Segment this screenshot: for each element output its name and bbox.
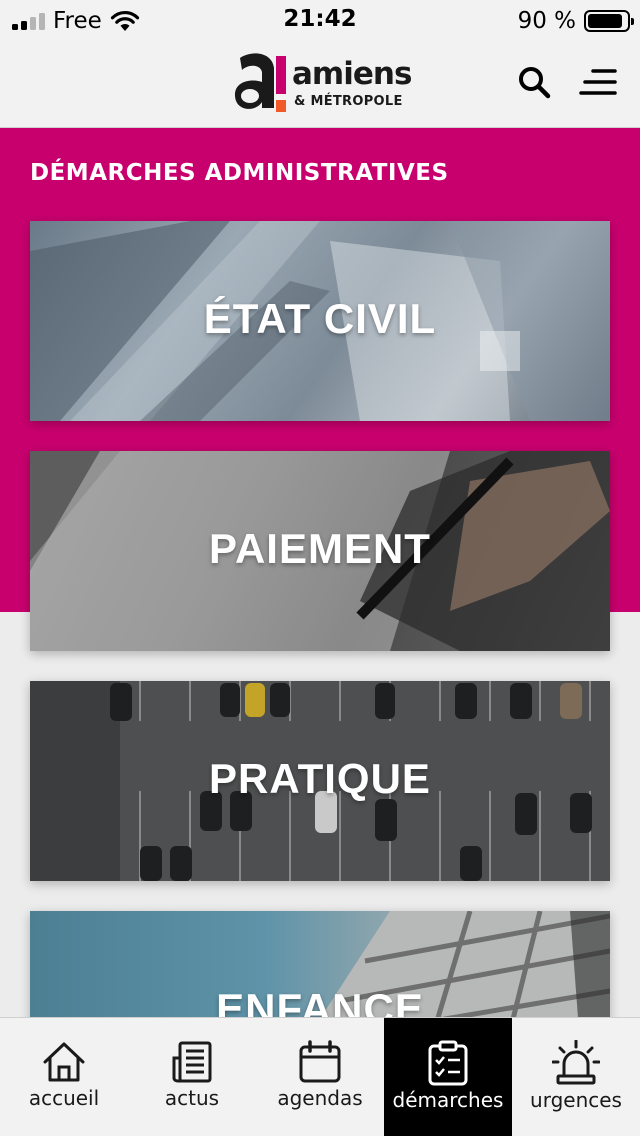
app-header: amiens & MÉTROPOLE (0, 42, 640, 128)
card-paiement[interactable]: PAIEMENT (30, 451, 610, 651)
card-pratique[interactable]: PRATIQUE (30, 681, 610, 881)
home-icon (43, 1042, 85, 1082)
amiens-logo[interactable]: amiens & MÉTROPOLE (232, 48, 412, 120)
battery-percentage: 90 % (517, 8, 576, 34)
tab-actus[interactable]: actus (128, 1018, 256, 1136)
tab-agendas[interactable]: agendas (256, 1018, 384, 1136)
calendar-icon (299, 1040, 341, 1083)
alarm-siren-icon (552, 1040, 600, 1085)
search-button[interactable] (512, 60, 556, 104)
menu-button[interactable] (576, 60, 620, 104)
tab-label: urgences (530, 1088, 622, 1112)
battery-fill (588, 14, 623, 28)
search-icon (519, 67, 551, 99)
logo-subtitle: & MÉTROPOLE (294, 94, 403, 109)
battery-icon (584, 10, 634, 32)
tab-label: démarches (392, 1088, 504, 1112)
tab-label: accueil (28, 1086, 100, 1110)
status-right: 90 % (517, 6, 634, 36)
clipboard-checklist-icon (428, 1040, 468, 1086)
logo-wordmark: amiens (292, 56, 412, 92)
tab-demarches[interactable]: démarches (384, 1018, 512, 1136)
hamburger-menu-icon (579, 69, 617, 95)
card-etat-civil[interactable]: ÉTAT CIVIL (30, 221, 610, 421)
tab-accueil[interactable]: accueil (0, 1018, 128, 1136)
tab-urgences[interactable]: urgences (512, 1018, 640, 1136)
card-title: PAIEMENT (209, 525, 431, 572)
tab-label: agendas (277, 1086, 363, 1110)
section-title: DÉMARCHES ADMINISTRATIVES (30, 160, 449, 186)
amiens-logo-mark-icon (234, 53, 286, 112)
status-bar: Free 21:42 90 % (0, 0, 640, 42)
tab-label: actus (164, 1086, 220, 1110)
bottom-tab-bar: accueil actus agendas démarches urgences (0, 1017, 640, 1136)
card-title: PRATIQUE (209, 755, 431, 802)
card-title: ÉTAT CIVIL (203, 295, 437, 342)
news-icon (172, 1041, 212, 1083)
